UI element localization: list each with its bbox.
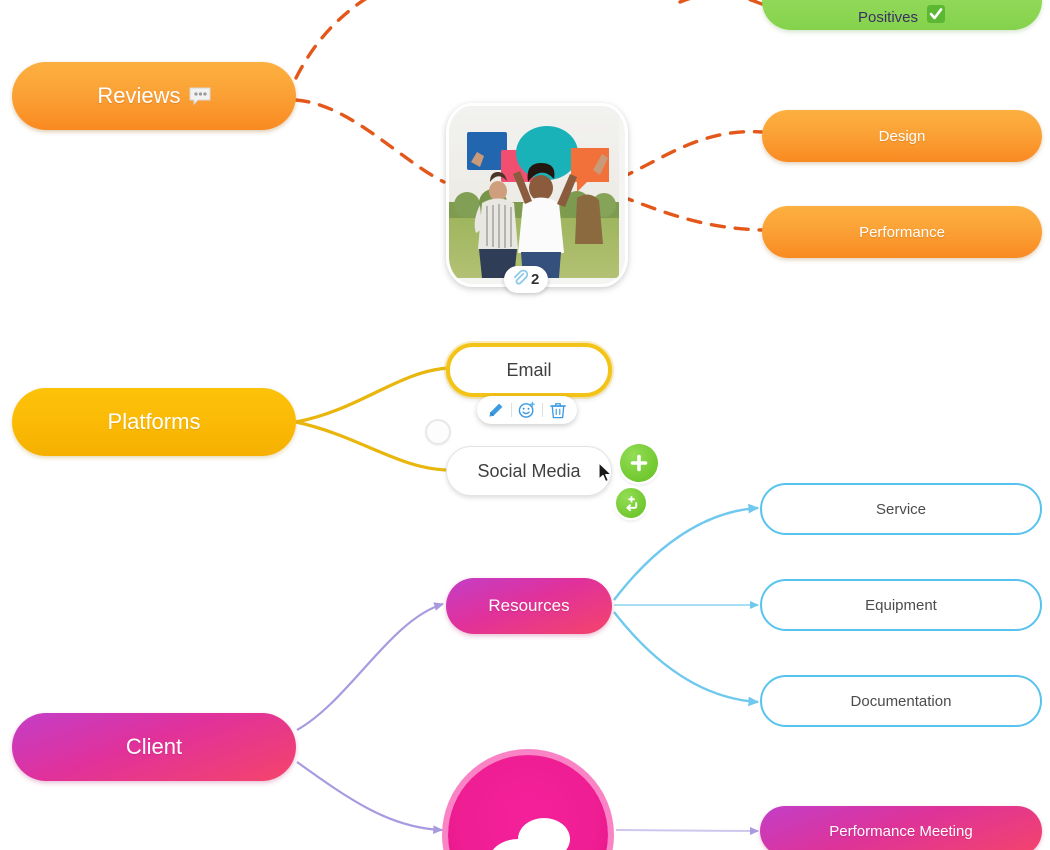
collapse-branch-handle[interactable]	[425, 419, 451, 445]
node-positives[interactable]: Positives	[762, 0, 1042, 30]
node-resources[interactable]: Resources	[446, 578, 612, 634]
node-performance[interactable]: Performance	[762, 206, 1042, 258]
node-platforms[interactable]: Platforms	[12, 388, 296, 456]
edge-client-to-resources	[296, 602, 445, 731]
node-reviews[interactable]: Reviews	[12, 62, 296, 130]
node-performance-label: Performance	[859, 223, 945, 241]
node-equipment[interactable]: Equipment	[760, 579, 1042, 631]
node-client-label: Client	[125, 734, 183, 759]
node-client[interactable]: Client	[12, 713, 296, 781]
node-email-label: Email	[506, 359, 552, 380]
node-social-media-label: Social Media	[477, 460, 581, 481]
edit-node-button[interactable]	[485, 400, 507, 420]
node-equipment-label: Equipment	[865, 596, 937, 614]
trash-icon	[550, 402, 566, 418]
node-documentation[interactable]: Documentation	[760, 675, 1042, 727]
add-child-node-button[interactable]	[620, 444, 658, 482]
plus-icon	[630, 454, 648, 472]
attachment-badge[interactable]: 2	[504, 266, 549, 293]
edge-image-to-positives	[678, 0, 764, 6]
edge-reviews-to-image	[294, 0, 446, 184]
attachment-count: 2	[531, 271, 540, 288]
node-design-label: Design	[878, 127, 926, 145]
node-performance-meeting-label: Performance Meeting	[829, 822, 973, 840]
node-service-label: Service	[875, 500, 927, 518]
node-social-media[interactable]: Social Media	[446, 446, 612, 496]
toolbar-separator	[542, 403, 543, 417]
check-mark-icon	[926, 4, 946, 28]
node-design[interactable]: Design	[762, 110, 1042, 162]
edge-image-to-design	[618, 129, 764, 180]
pencil-icon	[489, 403, 503, 417]
add-sibling-node-button[interactable]	[616, 488, 646, 518]
delete-node-button[interactable]	[547, 400, 569, 420]
node-reviews-label: Reviews	[97, 83, 181, 108]
photo-people-with-speech-bubbles	[449, 106, 619, 278]
edge-meeting-to-performance-meeting	[615, 826, 759, 835]
node-meeting-icon[interactable]	[448, 755, 608, 850]
toolbar-separator	[511, 403, 512, 417]
node-platforms-label: Platforms	[107, 409, 201, 434]
chat-bubbles-icon	[492, 818, 570, 850]
node-service[interactable]: Service	[760, 483, 1042, 535]
node-image-attachment[interactable]	[446, 103, 628, 287]
mindmap-canvas[interactable]: Reviews Positives Design Performance 2 P…	[0, 0, 1050, 850]
enter-plus-icon	[625, 495, 637, 511]
edge-resources-to-documentation	[613, 611, 760, 707]
node-toolbar[interactable]	[477, 396, 577, 424]
edge-resources-to-service	[613, 503, 760, 601]
edge-image-to-performance	[618, 194, 764, 232]
node-performance-meeting[interactable]: Performance Meeting	[760, 806, 1042, 850]
edge-platforms-to-email	[294, 366, 452, 472]
add-emoji-button[interactable]	[516, 400, 538, 420]
node-positives-label: Positives	[857, 9, 919, 26]
edge-client-to-meeting-node	[296, 761, 444, 835]
smiley-plus-icon	[518, 401, 535, 418]
paperclip-icon	[511, 269, 529, 290]
comment-dots-icon	[189, 85, 211, 111]
node-documentation-label: Documentation	[850, 692, 952, 710]
node-resources-label: Resources	[488, 596, 570, 615]
node-email[interactable]: Email	[446, 343, 612, 397]
